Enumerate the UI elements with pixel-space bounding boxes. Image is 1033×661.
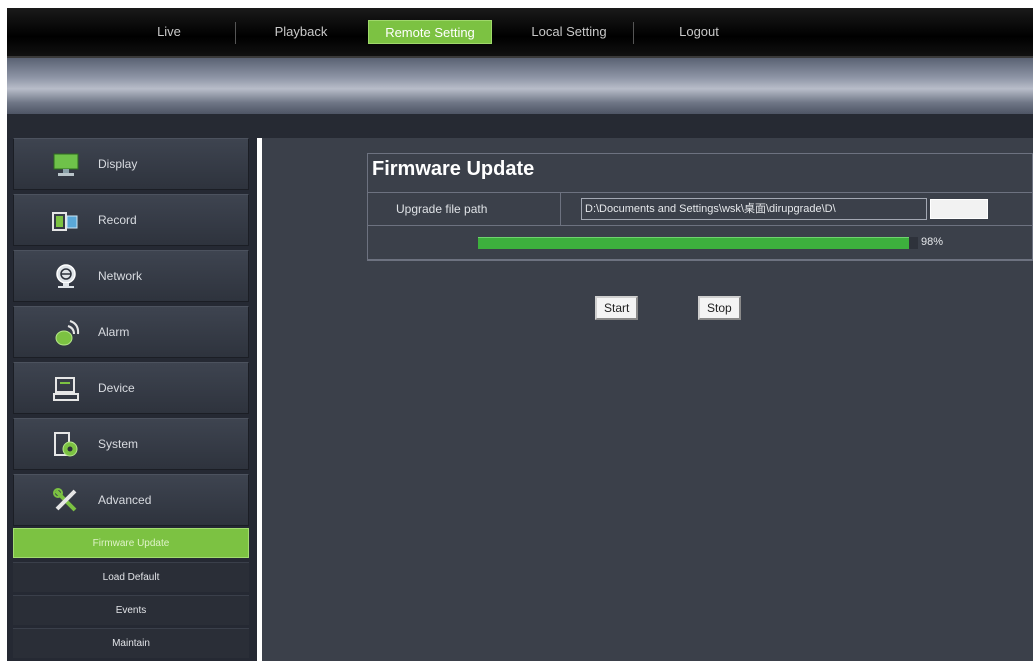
row-divider [560,193,561,226]
sub-item-events[interactable]: Events [13,595,249,625]
upgrade-path-label: Upgrade file path [396,202,488,216]
system-icon [54,432,78,457]
nav-local-setting[interactable]: Local Setting [514,20,624,44]
sidebar-item-label: Network [98,269,143,283]
nav-live[interactable]: Live [144,20,194,44]
start-button[interactable]: Start [595,296,639,320]
sidebar-item-label: System [98,437,139,451]
sidebar-item-label: Device [98,381,135,395]
tools-icon [53,488,77,512]
firmware-update-panel: Firmware Update Upgrade file path D:\Doc… [367,153,1033,261]
main-content: Firmware Update Upgrade file path D:\Doc… [262,138,1033,661]
header-banner [7,58,1033,114]
header-band [7,114,1033,138]
alarm-icon [55,320,80,346]
sidebar-item-advanced[interactable]: Advanced [13,474,249,526]
stop-button[interactable]: Stop [698,296,741,320]
monitor-icon [53,153,79,176]
sidebar-item-device[interactable]: Device [13,362,249,414]
upgrade-path-row: Upgrade file path D:\Documents and Setti… [368,192,1033,226]
nav-remote-setting[interactable]: Remote Setting [368,20,492,44]
upgrade-path-input[interactable]: D:\Documents and Settings\wsk\桌面\dirupgr… [581,198,927,220]
nav-separator [633,22,634,44]
progress-fill [478,237,910,249]
sidebar-item-label: Display [98,157,138,171]
sidebar-item-display[interactable]: Display [13,138,249,190]
top-nav-bar: Live Playback Remote Setting Local Setti… [7,8,1033,58]
progress-bar [478,237,918,249]
sidebar-item-label: Advanced [98,493,152,507]
sub-item-maintain[interactable]: Maintain [13,628,249,658]
sidebar-item-network[interactable]: Network [13,250,249,302]
network-globe-icon [56,264,76,288]
nav-playback[interactable]: Playback [263,20,339,44]
camera-record-icon [52,212,78,231]
progress-percent: 98% [921,236,944,248]
sidebar-item-alarm[interactable]: Alarm [13,306,249,358]
sidebar: Display Record Network Alarm Device Syst… [7,138,257,661]
nav-logout[interactable]: Logout [669,20,729,44]
device-icon [53,377,79,401]
progress-row: 98% [368,227,1033,260]
sidebar-item-system[interactable]: System [13,418,249,470]
browse-button[interactable] [930,199,988,219]
sidebar-item-record[interactable]: Record [13,194,249,246]
page-title: Firmware Update [372,158,535,180]
sub-item-load-default[interactable]: Load Default [13,562,249,592]
sidebar-item-label: Record [98,213,137,227]
sidebar-item-label: Alarm [98,325,130,339]
sub-item-firmware-update[interactable]: Firmware Update [13,528,249,558]
nav-separator [235,22,236,44]
